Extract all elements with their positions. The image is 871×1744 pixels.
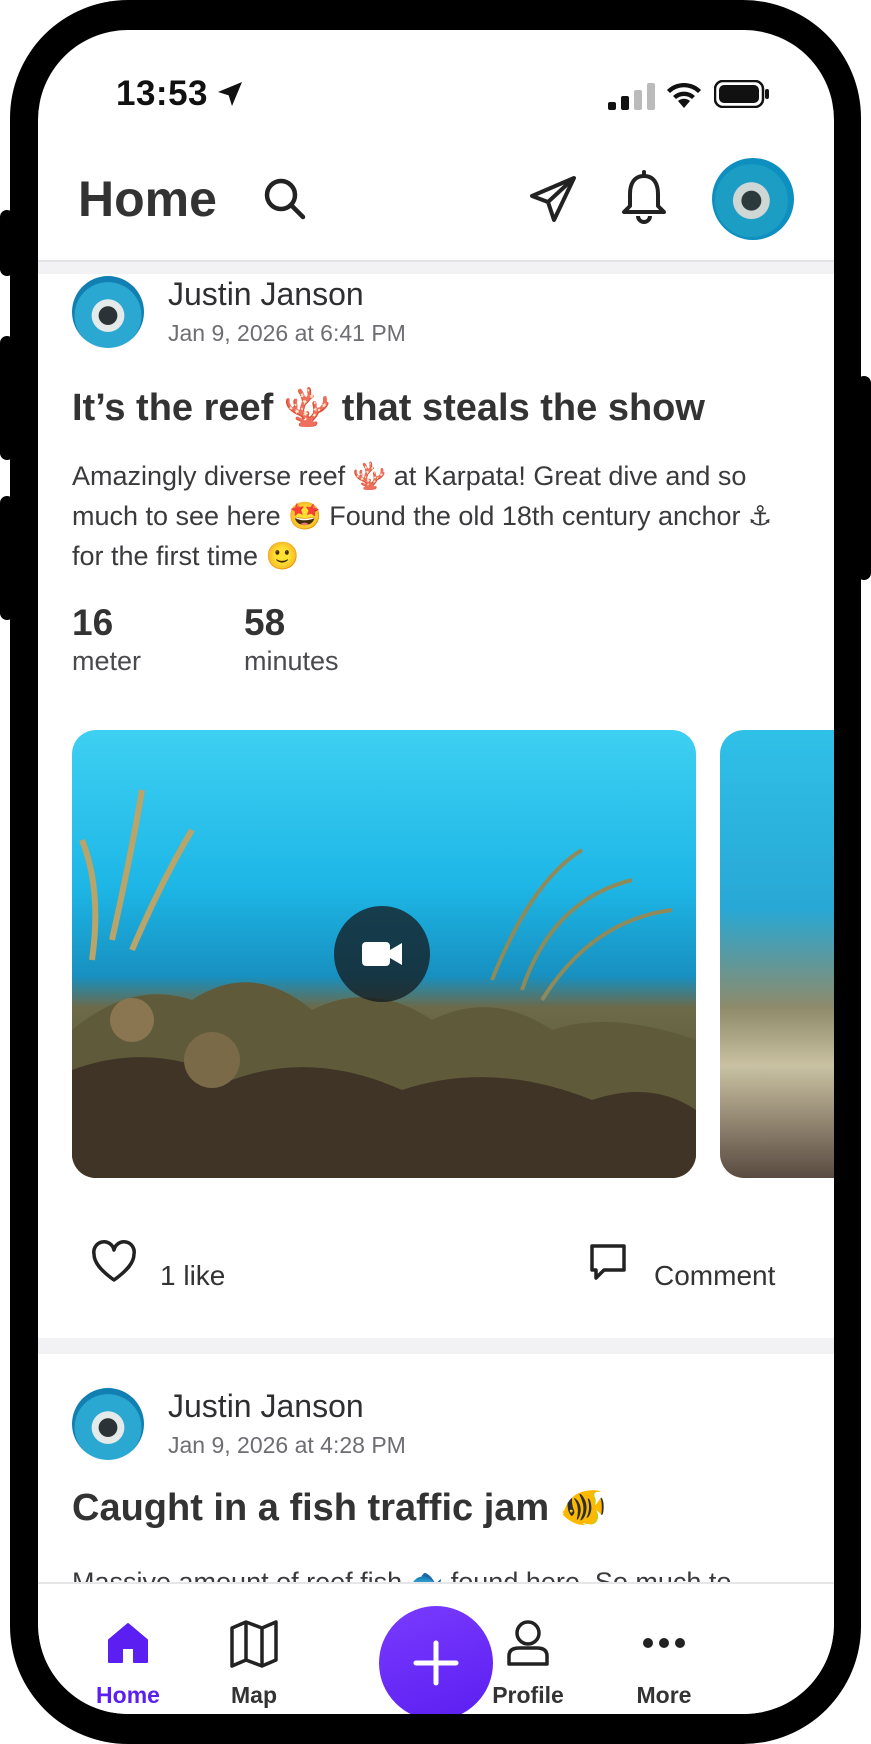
post-photo-thumbnail[interactable] [720,730,834,1178]
cellular-signal-icon [608,83,655,110]
page-title: Home [78,171,217,227]
nav-profile-label[interactable]: Profile [458,1682,598,1709]
mute-switch [0,210,14,276]
volume-up-button [0,336,14,460]
post-separator [38,1338,834,1354]
volume-down-button [0,496,14,620]
screen: 13:53 Home Justin Janson Jan 9, 2026 at … [38,30,834,1714]
post-author-name[interactable]: Justin Janson [168,276,364,313]
map-icon [230,1620,278,1668]
nav-home-label[interactable]: Home [58,1682,198,1709]
post-author-avatar[interactable] [72,276,144,348]
notification-bell-icon[interactable] [618,170,670,226]
nav-more-label[interactable]: More [594,1682,734,1709]
nav-map-label[interactable]: Map [184,1682,324,1709]
heart-icon[interactable] [90,1240,138,1284]
post-title[interactable]: It’s the reef 🪸 that steals the show [72,386,705,430]
post-title[interactable]: Caught in a fish traffic jam 🐠 [72,1486,607,1530]
nav-profile[interactable] [468,1618,588,1673]
status-time: 13:53 [116,74,209,113]
profile-icon [507,1620,549,1666]
more-icon [643,1638,685,1648]
stat-duration-label: minutes [244,646,339,676]
wifi-icon [667,82,701,108]
likes-count[interactable]: 1 like [160,1260,225,1292]
stat-depth-label: meter [72,646,142,676]
post-author-name[interactable]: Justin Janson [168,1388,364,1425]
send-message-icon[interactable] [526,172,580,226]
nav-map[interactable] [194,1618,314,1673]
stat-depth-value: 16 [72,602,114,643]
home-icon [108,1623,148,1663]
location-arrow-icon [218,82,242,106]
power-button [857,376,871,580]
comment-button[interactable]: Comment [654,1260,775,1292]
post-author-avatar[interactable] [72,1388,144,1460]
post-body: Amazingly diverse reef 🪸 at Karpata! Gre… [72,461,773,571]
comment-icon[interactable] [586,1240,630,1284]
post-date: Jan 9, 2026 at 4:28 PM [168,1432,406,1458]
nav-home[interactable] [68,1618,188,1673]
nav-more[interactable] [604,1618,724,1673]
video-camera-icon [362,942,402,966]
post-date: Jan 9, 2026 at 6:41 PM [168,320,406,346]
search-icon[interactable] [260,174,310,224]
video-badge[interactable] [334,906,430,1002]
stat-duration-value: 58 [244,602,286,643]
user-avatar[interactable] [712,158,794,240]
battery-icon [714,80,769,108]
feed-top-gap [38,262,834,274]
